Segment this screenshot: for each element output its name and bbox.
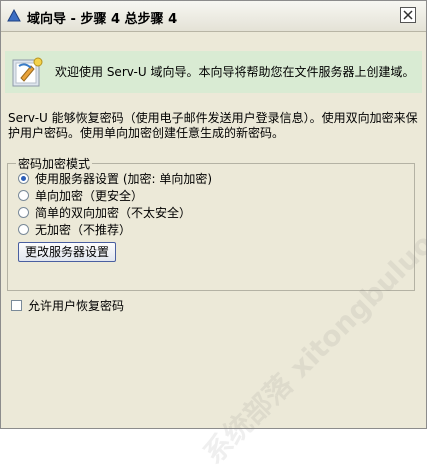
radio-button[interactable] [18,189,29,201]
description-text: Serv-U 能够恢复密码（使用电子邮件发送用户登录信息）。使用双向加密来保护用… [8,111,418,140]
close-button[interactable] [400,7,416,23]
radio-label: 单向加密（更安全） [35,188,144,203]
radio-label: 无加密（不推荐） [35,222,132,237]
radio-label: 使用服务器设置 (加密: 单向加密) [35,171,213,186]
radio-button[interactable] [18,223,29,235]
welcome-banner: 欢迎使用 Serv-U 域向导。本向导将帮助您在文件服务器上创建域。 [5,51,422,93]
wizard-window: 域向导 - 步骤 4 总步骤 4 欢迎使用 Serv-U 域向导。本向导将帮助您… [0,0,427,470]
checkbox-label: 允许用户恢复密码 [28,298,125,313]
radio-two-way[interactable]: 简单的双向加密（不太安全） [18,204,191,220]
encryption-mode-group: 密码加密模式 使用服务器设置 (加密: 单向加密) 单向加密（更安全） 简单的双… [7,155,415,291]
checkbox[interactable] [11,299,22,311]
banner-text: 欢迎使用 Serv-U 域向导。本向导将帮助您在文件服务器上创建域。 [55,65,415,79]
title-bar: 域向导 - 步骤 4 总步骤 4 [1,1,426,32]
radio-one-way[interactable]: 单向加密（更安全） [18,187,143,203]
radio-no-encryption[interactable]: 无加密（不推荐） [18,221,131,237]
radio-server-settings[interactable]: 使用服务器设置 (加密: 单向加密) [18,170,212,186]
radio-button[interactable] [18,206,29,218]
radio-button[interactable] [18,172,29,184]
wizard-icon [12,57,43,87]
close-icon [403,10,413,20]
allow-password-recovery[interactable]: 允许用户恢复密码 [11,297,124,313]
change-server-settings-button[interactable]: 更改服务器设置 [18,242,117,262]
window-title: 域向导 - 步骤 4 总步骤 4 [27,12,178,27]
radio-label: 简单的双向加密（不太安全） [35,205,192,220]
serv-u-icon [7,9,21,22]
